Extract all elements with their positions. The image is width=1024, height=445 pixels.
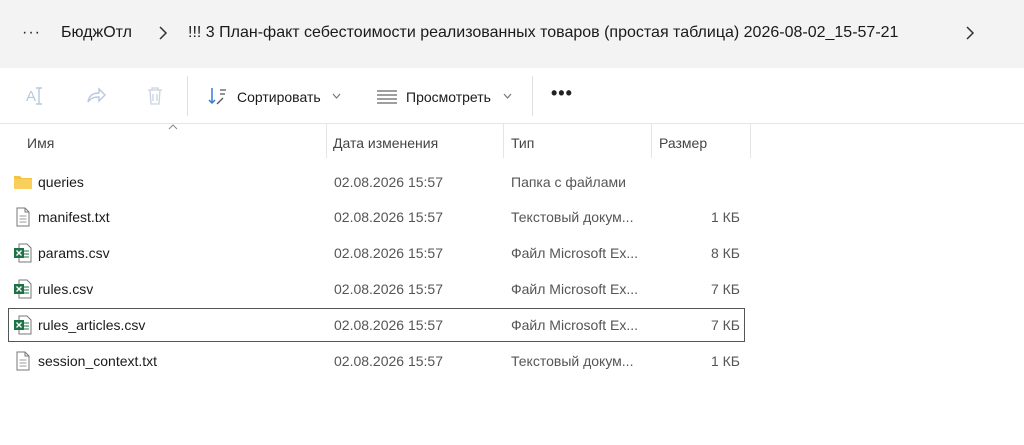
column-header-date[interactable]: Дата изменения	[333, 124, 438, 158]
excel-file-icon	[13, 279, 33, 299]
column-divider[interactable]	[326, 124, 327, 158]
file-type: Файл Microsoft Ex...	[511, 281, 638, 297]
view-icon[interactable]	[375, 84, 399, 108]
file-name: rules.csv	[38, 281, 94, 297]
more-options-button[interactable]: •••	[551, 83, 573, 104]
toolbar-divider	[532, 76, 533, 116]
file-date-modified: 02.08.2026 15:57	[334, 317, 443, 333]
file-date-modified: 02.08.2026 15:57	[334, 353, 443, 369]
column-divider[interactable]	[750, 124, 751, 158]
sort-icon[interactable]	[206, 84, 230, 108]
file-type: Текстовый докум...	[511, 209, 634, 225]
column-header-name[interactable]: Имя	[27, 124, 54, 158]
column-divider[interactable]	[651, 124, 652, 158]
chevron-down-icon[interactable]	[503, 93, 512, 99]
file-size: 8 КБ	[710, 245, 740, 261]
file-type: Папка с файлами	[511, 174, 626, 190]
excel-file-icon	[13, 243, 33, 263]
column-header-type[interactable]: Тип	[511, 124, 534, 158]
file-size: 7 КБ	[710, 281, 740, 297]
file-date-modified: 02.08.2026 15:57	[334, 174, 443, 190]
delete-icon[interactable]	[143, 84, 167, 108]
chevron-down-icon[interactable]	[332, 93, 341, 99]
rename-icon[interactable]: A	[23, 84, 47, 108]
folder-icon	[13, 172, 33, 192]
file-row[interactable]: manifest.txt 02.08.2026 15:57 Текстовый до…	[8, 200, 745, 234]
column-header-size[interactable]: Размер	[659, 124, 707, 158]
file-name: params.csv	[38, 245, 110, 261]
breadcrumb-item-current-folder[interactable]: !!! 3 План-факт себестоимости реализован…	[188, 24, 898, 42]
chevron-right-icon[interactable]	[964, 26, 976, 40]
file-row[interactable]: params.csv 02.08.2026 15:57 Файл Microsoft…	[8, 236, 745, 270]
file-date-modified: 02.08.2026 15:57	[334, 281, 443, 297]
file-name: queries	[38, 174, 84, 190]
excel-file-icon	[13, 315, 33, 335]
file-size: 1 КБ	[710, 209, 740, 225]
file-size: 7 КБ	[710, 317, 740, 333]
file-row[interactable]: rules.csv 02.08.2026 15:57 Файл Microsoft …	[8, 272, 745, 306]
file-row[interactable]: queries 02.08.2026 15:57 Папка с файлами	[8, 165, 745, 199]
address-bar: ··· БюджОтл !!! 3 План-факт себестоимост…	[0, 0, 1024, 68]
breadcrumb-overflow-button[interactable]: ···	[22, 24, 41, 42]
chevron-right-icon[interactable]	[157, 26, 169, 40]
file-type: Файл Microsoft Ex...	[511, 245, 638, 261]
text-file-icon	[13, 351, 33, 371]
toolbar-divider	[187, 76, 188, 116]
file-size: 1 КБ	[710, 353, 740, 369]
file-name: rules_articles.csv	[38, 317, 146, 333]
share-icon[interactable]	[84, 84, 108, 108]
file-type: Файл Microsoft Ex...	[511, 317, 638, 333]
breadcrumb-item-budzhotl[interactable]: БюджОтл	[61, 24, 132, 42]
column-header-row: Имя Дата изменения Тип Размер	[0, 124, 1024, 162]
file-row[interactable]: session_context.txt 02.08.2026 15:57 Текст…	[8, 344, 745, 378]
command-bar: A Сортировать Просмотреть •••	[0, 68, 1024, 124]
file-date-modified: 02.08.2026 15:57	[334, 209, 443, 225]
view-button[interactable]: Просмотреть	[406, 89, 491, 105]
sort-ascending-icon	[168, 124, 178, 130]
file-name: manifest.txt	[38, 209, 110, 225]
text-file-icon	[13, 207, 33, 227]
column-divider[interactable]	[503, 124, 504, 158]
sort-button[interactable]: Сортировать	[237, 89, 321, 105]
file-name: session_context.txt	[38, 353, 158, 369]
file-row[interactable]: rules_articles.csv 02.08.2026 15:57 Файл M…	[8, 308, 745, 342]
file-type: Текстовый докум...	[511, 353, 634, 369]
file-date-modified: 02.08.2026 15:57	[334, 245, 443, 261]
svg-text:A: A	[26, 88, 36, 105]
